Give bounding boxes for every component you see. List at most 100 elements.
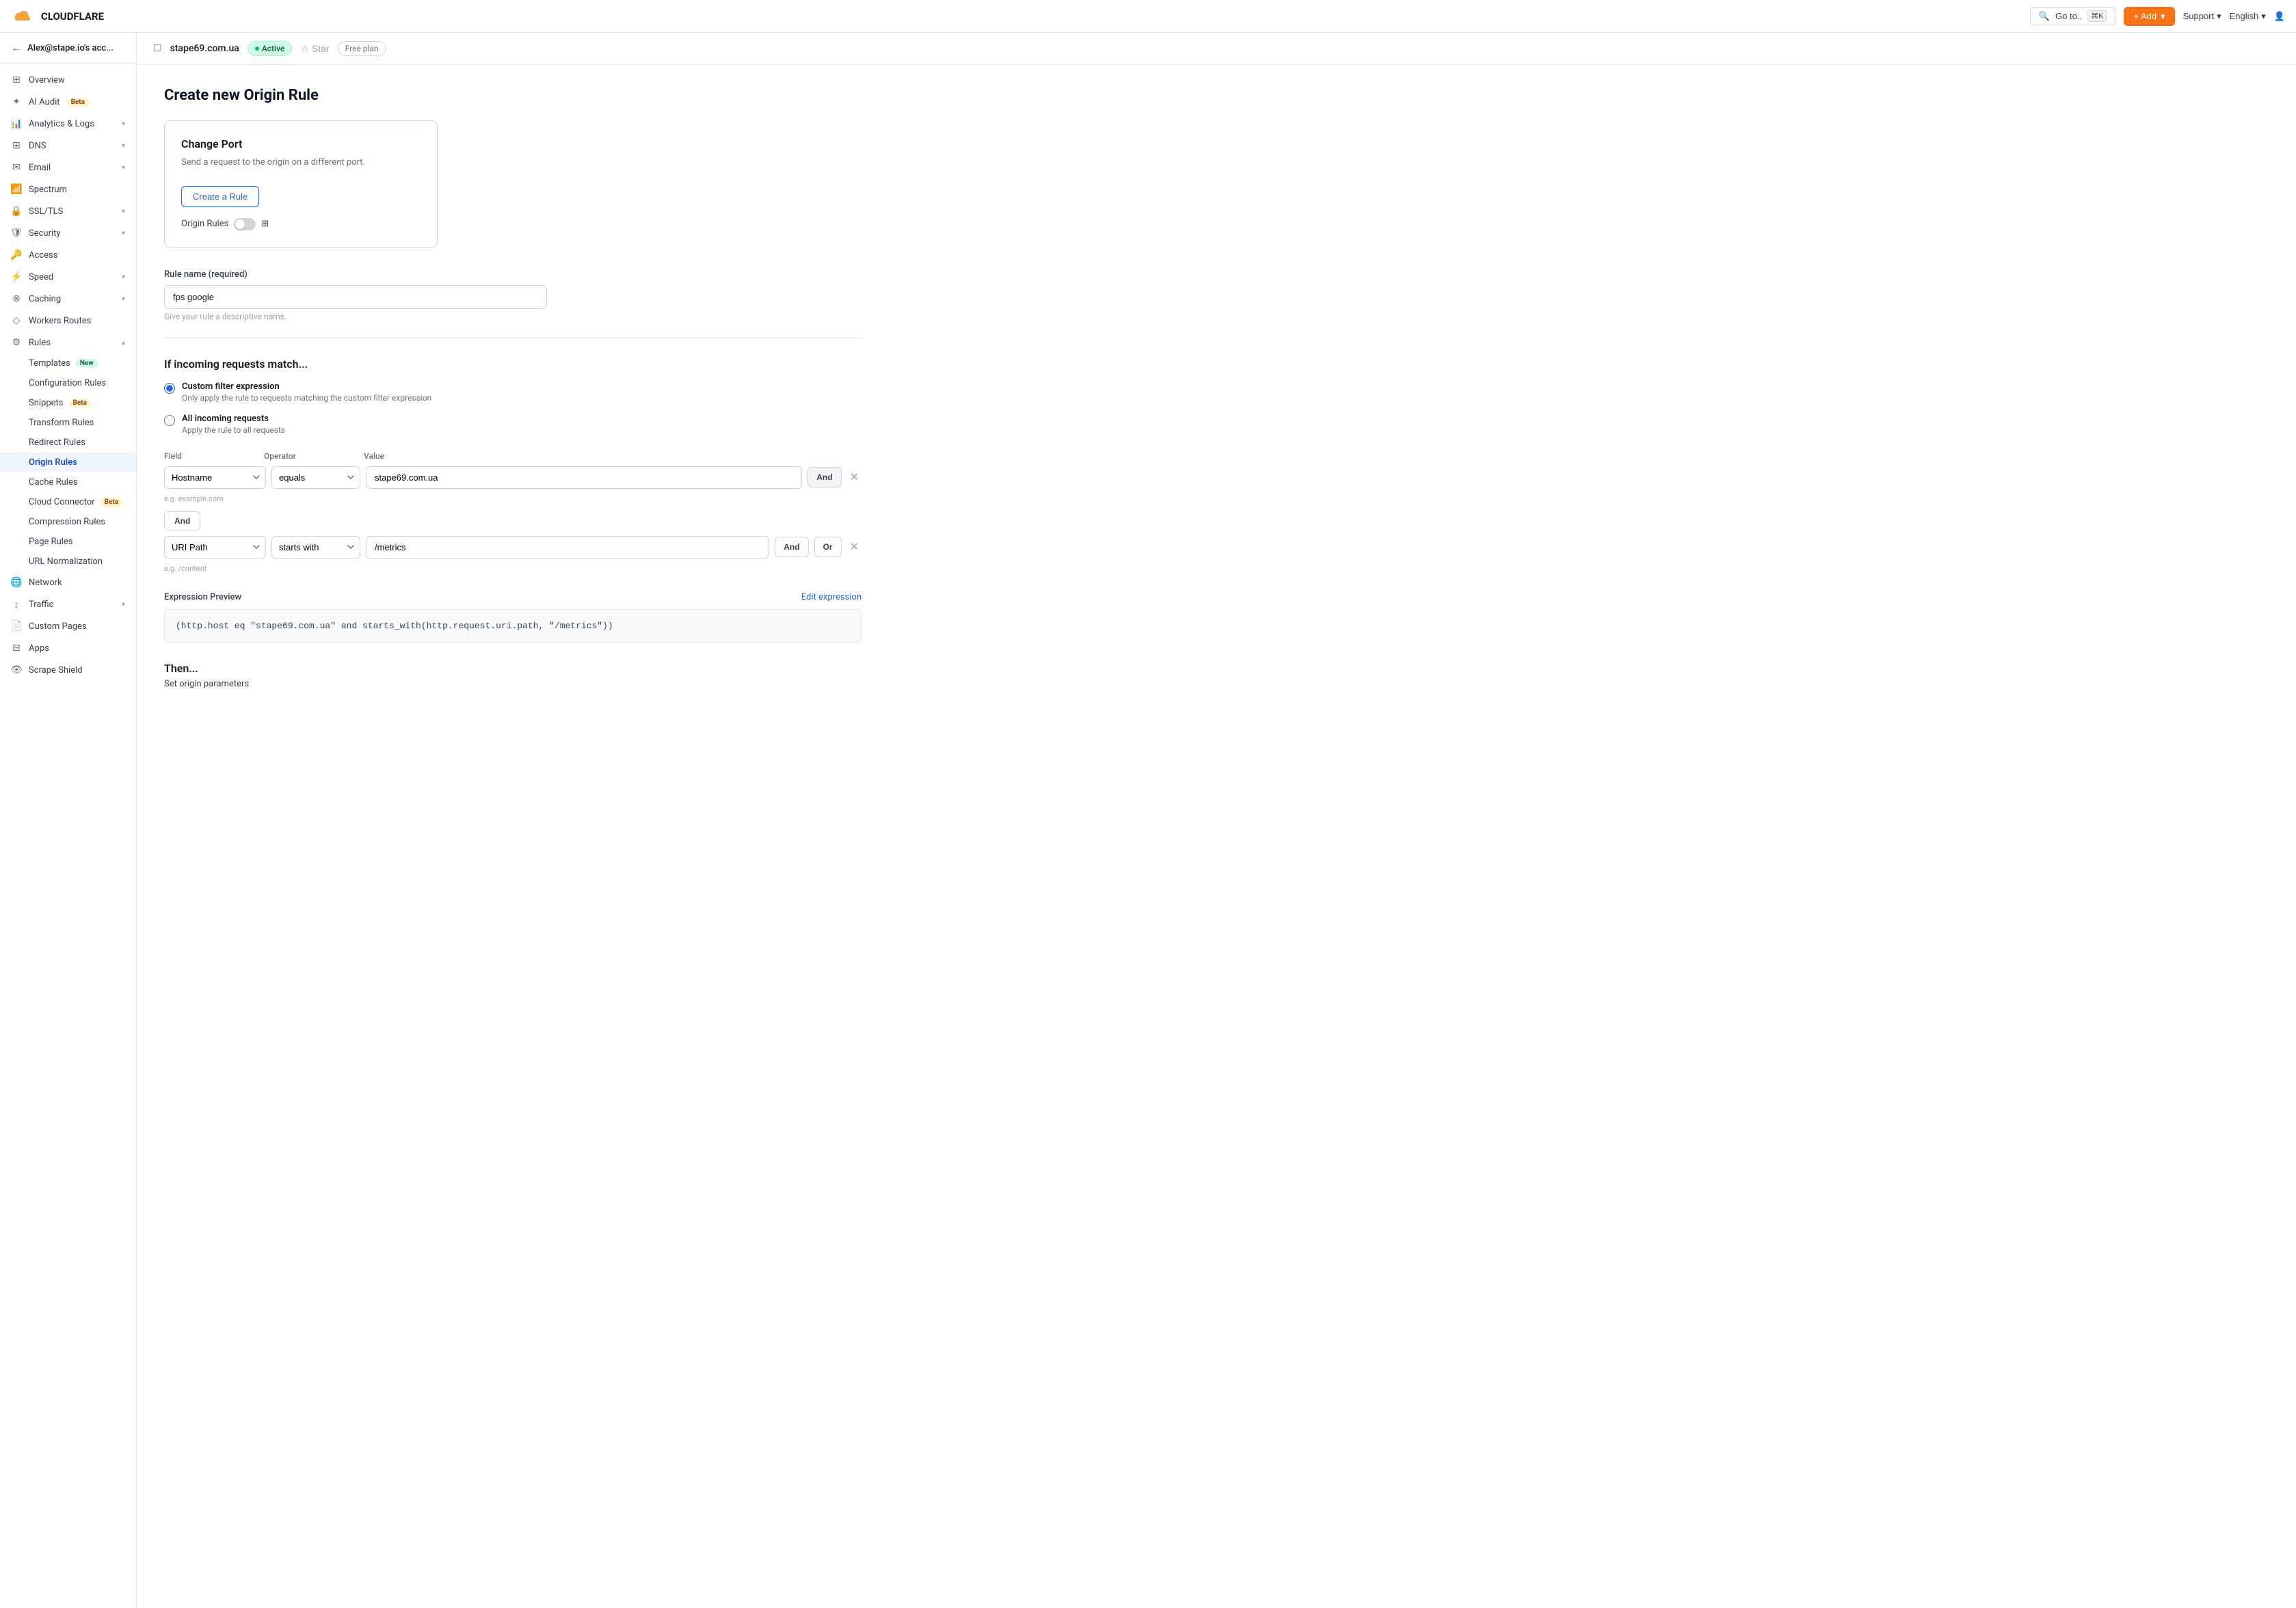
sidebar-item-ssl-tls[interactable]: 🔒 SSL/TLS ▾ [0,200,136,222]
page-content: Create new Origin Rule Change Port Send … [137,65,889,711]
goto-button[interactable]: 🔍 Go to.. ⌘K [2030,7,2116,25]
sidebar-item-speed[interactable]: ⚡ Speed ▾ [0,266,136,288]
or-button-2[interactable]: Or [814,537,842,557]
filter-row-1-wrapper: Hostname URI Path IP Source Address equa… [164,466,862,503]
rule-name-hint: Give your rule a descriptive name. [164,312,862,321]
cloudflare-logo: CLOUDFLARE [11,8,104,25]
radio-all-option[interactable]: All incoming requests Apply the rule to … [164,414,862,435]
sidebar-item-email[interactable]: ✉ Email ▾ [0,157,136,178]
sidebar-item-label: Speed [29,272,53,282]
user-icon: 👤 [2274,11,2285,22]
lock-icon: 🔒 [11,206,22,217]
add-button[interactable]: + Add ▾ [2124,7,2174,26]
sidebar-item-label: Traffic [29,600,53,610]
sidebar-item-apps[interactable]: ⊟ Apps [0,637,136,659]
domain-bar: ☐ stape69.com.ua Active ☆ Star Free plan [137,33,2296,65]
filter-section: Field Operator Value Hostname URI Path I… [164,451,862,573]
signal-icon: 📶 [11,184,22,195]
sidebar-item-security[interactable]: 🛡 Security ▾ [0,222,136,244]
sub-nav-label: Cloud Connector [29,497,95,507]
sidebar-item-cloud-connector[interactable]: Cloud Connector Beta [0,492,136,512]
cloudflare-logo-icon [11,8,36,25]
origin-rules-toggle[interactable] [234,218,256,230]
sidebar-item-origin-rules[interactable]: Origin Rules [0,453,136,472]
origin-rules-label: Origin Rules [181,219,228,229]
sidebar-item-rules[interactable]: ⚙ Rules ▴ [0,332,136,353]
sidebar-item-page-rules[interactable]: Page Rules [0,532,136,552]
and-button-2[interactable]: And [775,537,808,557]
sidebar-item-cache-rules[interactable]: Cache Rules [0,472,136,492]
status-dot [255,46,259,51]
sidebar-item-label: Rules [29,338,51,348]
field-select-2[interactable]: Hostname URI Path IP Source Address [164,536,266,559]
page-title: Create new Origin Rule [164,87,862,104]
radio-custom-label: Custom filter expression [182,381,431,392]
sidebar-item-overview[interactable]: ⊞ Overview [0,69,136,91]
chevron-down-icon: ▾ [122,295,125,303]
field-select-1[interactable]: Hostname URI Path IP Source Address [164,466,266,489]
sidebar-item-scrape-shield[interactable]: 👁 Scrape Shield [0,659,136,681]
sidebar-item-url-normalization[interactable]: URL Normalization [0,552,136,572]
cloudflare-text: CLOUDFLARE [41,10,104,23]
sidebar-item-templates[interactable]: Templates New [0,353,136,373]
sidebar-navigation: ⊞ Overview ✦ AI Audit Beta 📊 Analytics &… [0,64,136,686]
then-desc: Set origin parameters [164,679,862,689]
sidebar-item-transform-rules[interactable]: Transform Rules [0,413,136,433]
value-input-2[interactable] [366,536,769,559]
support-button[interactable]: Support ▾ [2183,11,2221,22]
domain-icon: ☐ [153,43,162,54]
sidebar-item-compression-rules[interactable]: Compression Rules [0,512,136,532]
rule-name-input[interactable] [164,285,547,309]
chevron-down-icon: ▾ [122,273,125,281]
rules-sub-nav: Templates New Configuration Rules Snippe… [0,353,136,572]
radio-custom-option[interactable]: Custom filter expression Only apply the … [164,381,862,403]
sidebar-item-traffic[interactable]: ↕ Traffic ▾ [0,593,136,615]
sidebar-item-analytics-logs[interactable]: 📊 Analytics & Logs ▾ [0,113,136,135]
chevron-down-icon: ▾ [2261,11,2266,22]
status-label: Active [262,44,285,53]
sidebar-item-ai-audit[interactable]: ✦ AI Audit Beta [0,91,136,113]
domain-name: stape69.com.ua [170,43,239,54]
sub-nav-label: Configuration Rules [29,378,106,388]
star-button[interactable]: ☆ Star [300,43,329,55]
sidebar-item-custom-pages[interactable]: 📄 Custom Pages [0,615,136,637]
remove-button-2[interactable]: ✕ [847,537,862,557]
radio-custom-input[interactable] [164,383,175,394]
sidebar-item-label: Overview [29,75,65,85]
sidebar-item-caching[interactable]: ⊗ Caching ▾ [0,288,136,310]
remove-button-1[interactable]: ✕ [847,468,862,487]
sidebar-account[interactable]: ← Alex@stape.io's acc... [0,33,136,64]
sidebar-item-network[interactable]: 🌐 Network [0,572,136,593]
goto-label: Go to.. [2055,11,2082,21]
sub-nav-label: Redirect Rules [29,438,85,448]
shield-icon: 🛡 [11,228,22,239]
language-button[interactable]: English ▾ [2230,11,2266,22]
sidebar-item-workers-routes[interactable]: ◇ Workers Routes [0,310,136,332]
sidebar-item-dns[interactable]: ⊞ DNS ▾ [0,135,136,157]
user-button[interactable]: 👤 [2274,11,2285,22]
chevron-up-icon: ▴ [122,339,125,347]
sidebar-item-label: Custom Pages [29,621,87,632]
and-button-1[interactable]: And [807,467,841,487]
and-connector-button[interactable]: And [164,511,200,531]
filter-icon: ⚙ [11,337,22,348]
create-rule-button[interactable]: Create a Rule [181,186,259,207]
sidebar-item-configuration-rules[interactable]: Configuration Rules [0,373,136,393]
sidebar-item-label: Security [29,228,61,239]
sidebar-item-access[interactable]: 🔑 Access [0,244,136,266]
sidebar-item-spectrum[interactable]: 📶 Spectrum [0,178,136,200]
sub-nav-label: Cache Rules [29,477,78,487]
operator-select-2[interactable]: equals starts with ends with contains [271,536,360,559]
expression-section: Expression Preview Edit expression (http… [164,592,862,643]
account-label: Alex@stape.io's acc... [27,43,114,53]
edit-expression-link[interactable]: Edit expression [801,592,862,602]
origin-rules-row: Origin Rules ⊞ [181,218,421,230]
layers-icon: ⊗ [11,293,22,304]
value-input-1[interactable] [366,466,802,489]
match-heading: If incoming requests match... [164,358,862,371]
radio-all-input[interactable] [164,415,175,426]
sidebar-item-redirect-rules[interactable]: Redirect Rules [0,433,136,453]
sidebar-item-snippets[interactable]: Snippets Beta [0,393,136,413]
operator-select-1[interactable]: equals starts with ends with contains [271,466,360,489]
sidebar: ← Alex@stape.io's acc... ⊞ Overview ✦ AI… [0,33,137,1608]
